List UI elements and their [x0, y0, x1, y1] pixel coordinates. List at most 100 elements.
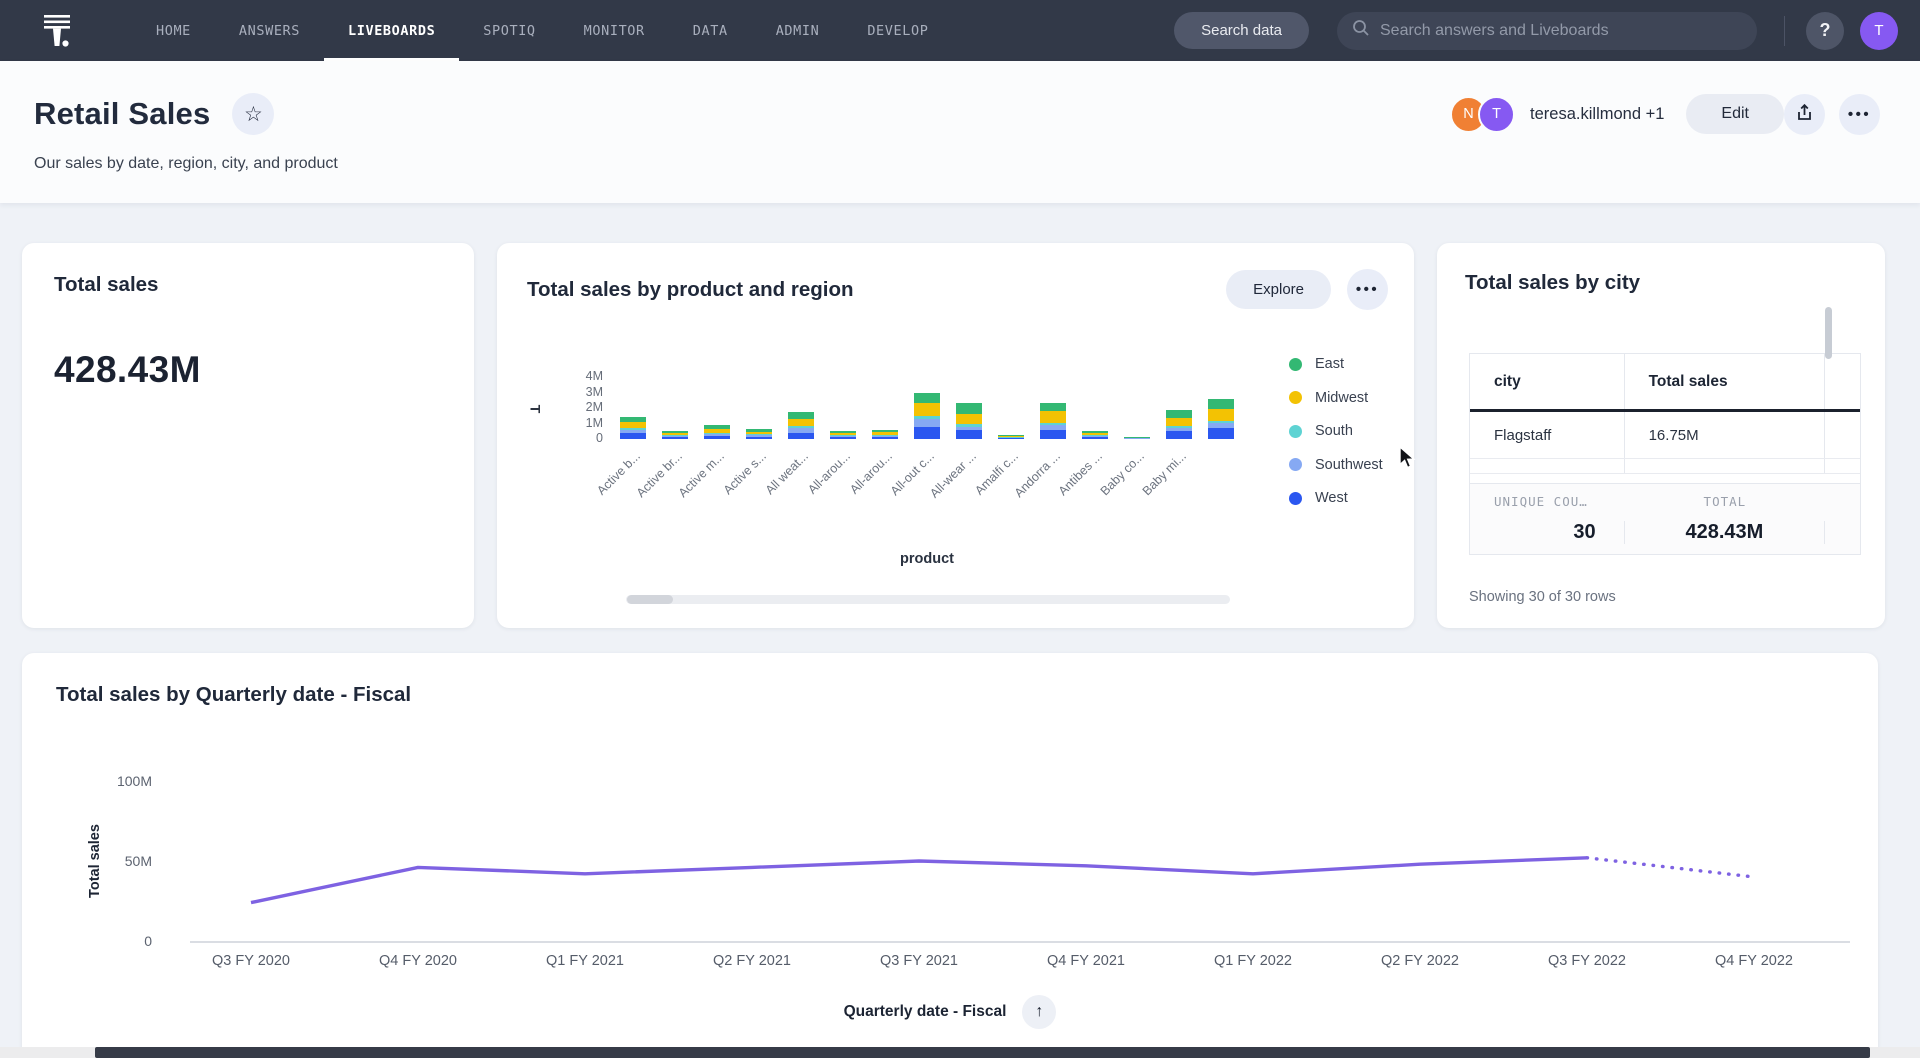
bar-segment-south[interactable] — [788, 426, 814, 428]
share-button[interactable] — [1784, 94, 1825, 135]
user-avatar-button[interactable]: T — [1860, 12, 1898, 50]
explore-button[interactable]: Explore — [1226, 270, 1331, 309]
bar-segment-east[interactable] — [788, 412, 814, 419]
column-header-city[interactable]: city — [1470, 354, 1625, 409]
bar-segment-east[interactable] — [662, 431, 688, 433]
table-row[interactable]: Flagstaff16.75M — [1470, 412, 1860, 459]
bar-segment-midwest[interactable] — [1040, 411, 1066, 423]
bar-segment-midwest[interactable] — [998, 436, 1024, 437]
bar-segment-west[interactable] — [1208, 428, 1234, 439]
horizontal-scrollbar-thumb[interactable] — [95, 1047, 1870, 1058]
bar-segment-east[interactable] — [956, 403, 982, 414]
collaborator-avatar[interactable]: T — [1478, 96, 1515, 133]
product-bar-chart[interactable] — [612, 377, 1242, 439]
nav-item-monitor[interactable]: MONITOR — [560, 0, 669, 61]
nav-item-admin[interactable]: ADMIN — [752, 0, 844, 61]
bar-segment-east[interactable] — [1040, 403, 1066, 412]
bar-segment-midwest[interactable] — [914, 403, 940, 416]
bar-segment-midwest[interactable] — [746, 432, 772, 435]
legend-item-southwest[interactable]: Southwest — [1289, 456, 1383, 474]
sort-ascending-button[interactable]: ↑ — [1022, 995, 1056, 1029]
bar-segment-east[interactable] — [1208, 399, 1234, 409]
bar-segment-south[interactable] — [704, 433, 730, 434]
help-button[interactable]: ? — [1806, 12, 1844, 50]
bar-segment-midwest[interactable] — [788, 419, 814, 427]
favorite-star-button[interactable]: ☆ — [232, 93, 274, 135]
bar-segment-south[interactable] — [914, 416, 940, 419]
bar-segment-east[interactable] — [1082, 431, 1108, 433]
column-header-total-sales[interactable]: Total sales — [1625, 354, 1825, 409]
nav-item-home[interactable]: HOME — [132, 0, 215, 61]
bar-segment-east[interactable] — [1166, 410, 1192, 418]
legend-item-midwest[interactable]: Midwest — [1289, 389, 1383, 407]
bar-segment-south[interactable] — [1208, 421, 1234, 423]
bar-segment-southwest[interactable] — [1040, 425, 1066, 430]
bar-segment-east[interactable] — [704, 425, 730, 428]
bar-segment-midwest[interactable] — [872, 432, 898, 434]
horizontal-scrollbar[interactable] — [0, 1047, 1920, 1058]
tile-sales-by-city[interactable]: Total sales by city cityTotal salesFlags… — [1437, 243, 1885, 628]
bar-segment-east[interactable] — [998, 435, 1024, 436]
bar-segment-south[interactable] — [830, 435, 856, 436]
nav-item-liveboards[interactable]: LIVEBOARDS — [324, 0, 459, 61]
bar-segment-southwest[interactable] — [788, 428, 814, 433]
bar-segment-east[interactable] — [830, 431, 856, 433]
bar-segment-west[interactable] — [1166, 431, 1192, 439]
bar-segment-east[interactable] — [872, 430, 898, 432]
bar-segment-south[interactable] — [1166, 426, 1192, 428]
bar-segment-southwest[interactable] — [872, 436, 898, 438]
bar-segment-southwest[interactable] — [914, 419, 940, 427]
bar-segment-south[interactable] — [662, 435, 688, 436]
tile-more-options-button[interactable]: ••• — [1347, 269, 1388, 310]
global-search-input[interactable] — [1380, 22, 1742, 40]
bar-segment-west[interactable] — [1040, 430, 1066, 439]
bar-segment-west[interactable] — [956, 430, 982, 439]
bar-segment-midwest[interactable] — [1166, 418, 1192, 427]
nav-item-answers[interactable]: ANSWERS — [215, 0, 324, 61]
quarterly-line-chart[interactable] — [162, 753, 1842, 963]
legend-item-west[interactable]: West — [1289, 489, 1383, 507]
search-data-button[interactable]: Search data — [1174, 12, 1309, 49]
nav-item-develop[interactable]: DEVELOP — [843, 0, 952, 61]
table-vertical-scrollbar[interactable] — [1825, 307, 1832, 359]
bar-segment-east[interactable] — [914, 393, 940, 404]
bar-segment-south[interactable] — [956, 424, 982, 427]
thoughtspot-logo-icon[interactable] — [36, 9, 78, 53]
bar-segment-southwest[interactable] — [704, 433, 730, 435]
bar-segment-southwest[interactable] — [662, 436, 688, 438]
legend-item-east[interactable]: East — [1289, 355, 1383, 373]
bar-segment-south[interactable] — [1082, 435, 1108, 436]
tile-quarterly-sales[interactable]: Total sales by Quarterly date - Fiscal T… — [22, 653, 1878, 1058]
bar-segment-southwest[interactable] — [746, 435, 772, 437]
bar-segment-southwest[interactable] — [620, 430, 646, 433]
scrollbar-thumb[interactable] — [627, 595, 673, 604]
bar-segment-midwest[interactable] — [830, 433, 856, 435]
tile-product-region[interactable]: Total sales by product and region Explor… — [497, 243, 1414, 628]
bar-segment-south[interactable] — [872, 435, 898, 436]
bar-segment-midwest[interactable] — [1208, 409, 1234, 421]
tile-total-sales[interactable]: Total sales 428.43M — [22, 243, 474, 628]
bar-segment-southwest[interactable] — [830, 436, 856, 438]
global-search[interactable] — [1337, 12, 1757, 50]
legend-item-south[interactable]: South — [1289, 422, 1383, 440]
bar-segment-midwest[interactable] — [662, 433, 688, 435]
bar-segment-east[interactable] — [620, 417, 646, 422]
bar-segment-midwest[interactable] — [956, 414, 982, 424]
chart-horizontal-scrollbar[interactable] — [626, 595, 1230, 604]
bar-segment-midwest[interactable] — [1082, 433, 1108, 435]
bar-segment-west[interactable] — [914, 427, 940, 439]
bar-segment-south[interactable] — [746, 434, 772, 435]
edit-button[interactable]: Edit — [1686, 94, 1784, 134]
nav-item-spotiq[interactable]: SPOTIQ — [459, 0, 559, 61]
bar-segment-southwest[interactable] — [1082, 436, 1108, 438]
city-table[interactable]: cityTotal salesFlagstaff16.75MUNIQUE COU… — [1469, 353, 1861, 555]
bar-segment-southwest[interactable] — [1208, 423, 1234, 428]
bar-segment-midwest[interactable] — [704, 429, 730, 433]
nav-item-data[interactable]: DATA — [669, 0, 752, 61]
bar-segment-southwest[interactable] — [1166, 428, 1192, 431]
bar-segment-south[interactable] — [1040, 423, 1066, 425]
bar-segment-east[interactable] — [746, 429, 772, 431]
bar-segment-south[interactable] — [620, 428, 646, 429]
bar-segment-southwest[interactable] — [956, 427, 982, 431]
bar-segment-midwest[interactable] — [620, 422, 646, 428]
